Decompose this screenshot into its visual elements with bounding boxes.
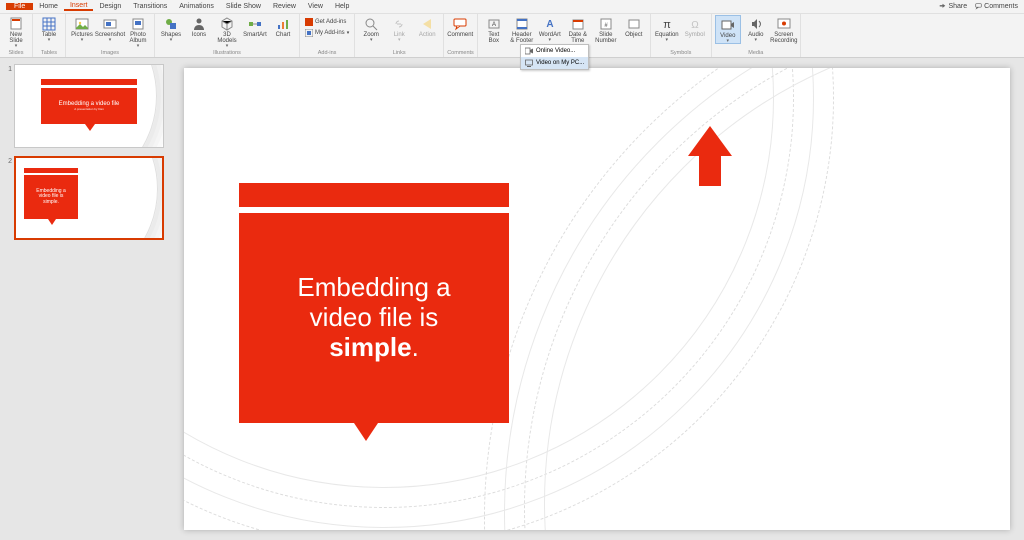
link-button: Link▾: [386, 15, 412, 42]
share-button[interactable]: Share: [939, 3, 967, 10]
group-images: Pictures▾ Screenshot▾ Photo Album▾ Image…: [66, 14, 155, 57]
datetime-button[interactable]: Date & Time: [565, 15, 591, 44]
photo-album-button[interactable]: Photo Album▾: [125, 15, 151, 48]
menu-animations[interactable]: Animations: [173, 3, 220, 10]
table-button[interactable]: Table▾: [36, 15, 62, 42]
ribbon-insert: New Slide▾ Slides Table▾ Tables Pictures…: [0, 14, 1024, 58]
menu-design[interactable]: Design: [93, 3, 127, 10]
group-tables: Table▾ Tables: [33, 14, 66, 57]
menu-bar: File Home Insert Design Transitions Anim…: [0, 0, 1024, 14]
slide-canvas-area[interactable]: Embedding avideo file issimple.: [170, 58, 1024, 540]
action-button: Action: [414, 15, 440, 38]
comments-button[interactable]: Comments: [975, 3, 1018, 10]
slide-number-button[interactable]: #Slide Number: [593, 15, 619, 44]
slide-thumbnail-2[interactable]: Embedding a video file is simple.: [14, 156, 164, 240]
header-footer-button[interactable]: Header & Footer: [509, 15, 535, 44]
wordart-button[interactable]: AWordArt▾: [537, 15, 563, 42]
group-symbols: πEquation▾ ΩSymbol Symbols: [651, 14, 712, 57]
menu-insert[interactable]: Insert: [64, 2, 94, 11]
svg-text:A: A: [492, 22, 496, 28]
pictures-button[interactable]: Pictures▾: [69, 15, 95, 42]
svg-text:Ω: Ω: [691, 20, 699, 31]
object-button[interactable]: Object: [621, 15, 647, 38]
video-button[interactable]: Video▾: [715, 15, 741, 44]
menu-help[interactable]: Help: [329, 3, 355, 10]
thumb-number-1: 1: [4, 64, 12, 148]
menu-view[interactable]: View: [302, 3, 329, 10]
callout-tail: [354, 423, 378, 441]
get-addins-button[interactable]: Get Add-ins: [303, 17, 351, 27]
group-comments: Comment Comments: [444, 14, 478, 57]
3d-models-button[interactable]: 3D Models▾: [214, 15, 240, 48]
screenshot-button[interactable]: Screenshot▾: [97, 15, 123, 42]
group-media: Video▾ Audio▾ Screen Recording Media: [712, 14, 801, 57]
workspace: 1 Embedding a video fileA presentation b…: [0, 58, 1024, 540]
svg-text:π: π: [663, 19, 671, 31]
screen-recording-button[interactable]: Screen Recording: [771, 15, 797, 44]
slide-2[interactable]: Embedding avideo file issimple.: [184, 68, 1010, 530]
callout-text: Embedding avideo file issimple.: [297, 273, 450, 363]
shapes-button[interactable]: Shapes▾: [158, 15, 184, 42]
title-bar-shape[interactable]: [239, 183, 509, 207]
video-on-pc-item[interactable]: Video on My PC...: [521, 57, 588, 69]
thumb-number-2: 2: [4, 156, 12, 240]
video-online-item[interactable]: Online Video...: [521, 45, 588, 57]
textbox-button[interactable]: AText Box: [481, 15, 507, 44]
menu-slideshow[interactable]: Slide Show: [220, 3, 267, 10]
menu-review[interactable]: Review: [267, 3, 302, 10]
group-links: Zoom▾ Link▾ Action Links: [355, 14, 444, 57]
group-slides: New Slide▾ Slides: [0, 14, 33, 57]
symbol-button: ΩSymbol: [682, 15, 708, 38]
my-addins-button[interactable]: My Add-ins ▾: [303, 28, 351, 38]
icons-button[interactable]: Icons: [186, 15, 212, 38]
equation-button[interactable]: πEquation▾: [654, 15, 680, 42]
slide-thumbnail-panel[interactable]: 1 Embedding a video fileA presentation b…: [0, 58, 170, 540]
menu-transitions[interactable]: Transitions: [127, 3, 173, 10]
svg-text:A: A: [546, 19, 553, 30]
menu-file[interactable]: File: [6, 3, 33, 10]
comment-button[interactable]: Comment: [447, 15, 473, 38]
audio-button[interactable]: Audio▾: [743, 15, 769, 42]
group-illustrations: Shapes▾ Icons 3D Models▾ SmartArt Chart …: [155, 14, 300, 57]
slide-thumbnail-1[interactable]: Embedding a video fileA presentation by …: [14, 64, 164, 148]
zoom-button[interactable]: Zoom▾: [358, 15, 384, 42]
video-dropdown-menu: Online Video... Video on My PC...: [520, 44, 589, 70]
smartart-button[interactable]: SmartArt: [242, 15, 268, 38]
menu-home[interactable]: Home: [33, 3, 64, 10]
chart-button[interactable]: Chart: [270, 15, 296, 38]
callout-shape[interactable]: Embedding avideo file issimple.: [239, 213, 509, 423]
group-addins: Get Add-ins My Add-ins ▾ Add-ins: [300, 14, 355, 57]
new-slide-button[interactable]: New Slide▾: [3, 15, 29, 48]
